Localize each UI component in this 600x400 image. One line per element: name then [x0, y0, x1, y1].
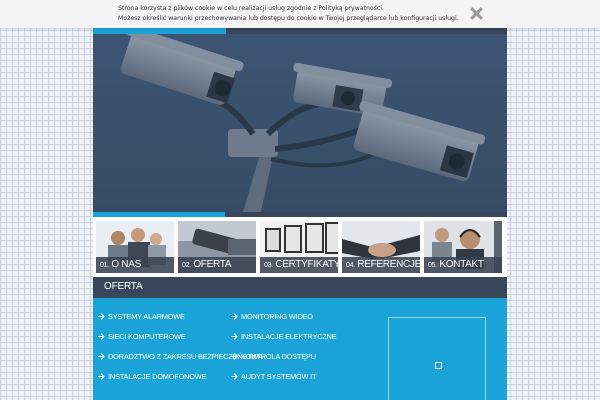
tile-caption: 04. REFERENCJE: [342, 257, 420, 273]
arrow-right-icon: [231, 333, 238, 340]
offer-link[interactable]: DORADZTWO Z ZAKRESU BEZPIECZEŃSTWA: [98, 352, 263, 361]
arrow-right-icon: [231, 373, 238, 380]
security-cameras-image: [93, 34, 507, 212]
arrow-right-icon: [98, 373, 105, 380]
offer-link[interactable]: MONITORING WIDEO: [231, 312, 313, 321]
cookie-message: Strona korzysta z plików cookie w celu r…: [118, 4, 459, 24]
tile-number: 05.: [428, 262, 437, 269]
offer-link-label: AUDYT SYSTEMÓW IT: [241, 372, 317, 381]
offer-link[interactable]: INSTALACJE DOMOFONOWE: [98, 372, 207, 381]
tile-caption: 02. OFERTA: [178, 257, 256, 273]
site-container: 01. O NAS 02. OFERTA 03. CERTYFIKATY 04.…: [93, 0, 507, 400]
tile-oferta[interactable]: 02. OFERTA: [178, 221, 256, 273]
offer-image-frame: [388, 317, 486, 400]
offer-title: OFERTA: [104, 281, 143, 292]
tile-label: O NAS: [111, 259, 141, 270]
offer-link-label: KONTROLA DOSTĘPU: [241, 352, 316, 361]
offer-panel: SYSTEMY ALARMOWE SIECI KOMPUTEROWE DORAD…: [93, 298, 507, 400]
nav-tiles: 01. O NAS 02. OFERTA 03. CERTYFIKATY 04.…: [93, 217, 507, 277]
cookie-line-2: Możesz określić warunki przechowywania l…: [118, 15, 459, 22]
arrow-right-icon: [231, 353, 238, 360]
arrow-right-icon: [231, 313, 238, 320]
offer-link-label: MONITORING WIDEO: [241, 312, 313, 321]
tile-caption: 05. KONTAKT: [424, 257, 502, 273]
tile-label: REFERENCJE: [357, 259, 420, 270]
arrow-right-icon: [98, 333, 105, 340]
tile-caption: 03. CERTYFIKATY: [260, 257, 338, 273]
tile-label: OFERTA: [193, 259, 232, 270]
offer-link-label: SYSTEMY ALARMOWE: [108, 312, 185, 321]
tile-o-nas[interactable]: 01. O NAS: [96, 221, 174, 273]
tile-number: 04.: [346, 262, 355, 269]
offer-header: OFERTA: [93, 277, 507, 298]
offer-link[interactable]: AUDYT SYSTEMÓW IT: [231, 372, 317, 381]
tile-number: 02.: [182, 262, 191, 269]
tile-caption: 01. O NAS: [96, 257, 174, 273]
tile-referencje[interactable]: 04. REFERENCJE: [342, 221, 420, 273]
offer-link-label: INSTALACJE DOMOFONOWE: [108, 372, 207, 381]
cookie-bar: Strona korzysta z plików cookie w celu r…: [0, 0, 600, 28]
hero-slider[interactable]: [93, 34, 507, 212]
arrow-right-icon: [98, 313, 105, 320]
close-icon[interactable]: [470, 7, 483, 20]
cookie-line-1: Strona korzysta z plików cookie w celu r…: [118, 5, 385, 12]
broken-image-icon: [435, 362, 442, 369]
tile-label: KONTAKT: [439, 259, 484, 270]
tile-certyfikaty[interactable]: 03. CERTYFIKATY: [260, 221, 338, 273]
offer-link-label: DORADZTWO Z ZAKRESU BEZPIECZEŃSTWA: [108, 352, 263, 361]
offer-link[interactable]: INSTALACJE ELEKTRYCZNE: [231, 332, 337, 341]
offer-link-label: SIECI KOMPUTEROWE: [108, 332, 186, 341]
offer-link[interactable]: SIECI KOMPUTEROWE: [98, 332, 186, 341]
offer-link[interactable]: SYSTEMY ALARMOWE: [98, 312, 185, 321]
tile-number: 01.: [100, 262, 109, 269]
tile-label: CERTYFIKATY: [275, 259, 338, 270]
tile-kontakt[interactable]: 05. KONTAKT: [424, 221, 502, 273]
tile-number: 03.: [264, 262, 273, 269]
arrow-right-icon: [98, 353, 105, 360]
offer-link-label: INSTALACJE ELEKTRYCZNE: [241, 332, 337, 341]
offer-link[interactable]: KONTROLA DOSTĘPU: [231, 352, 316, 361]
